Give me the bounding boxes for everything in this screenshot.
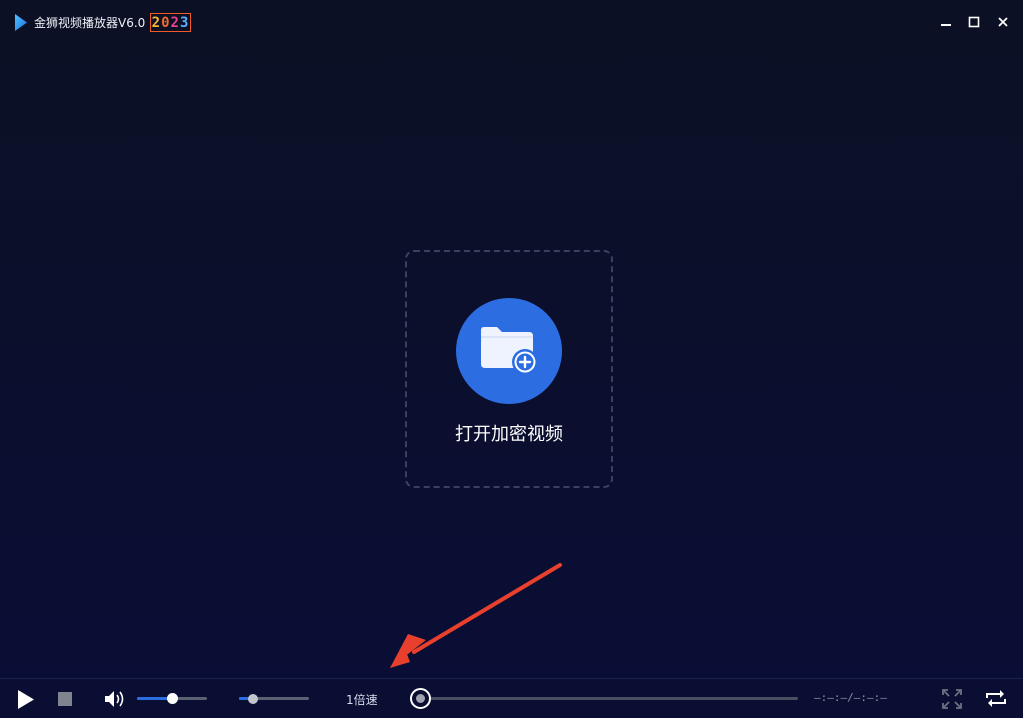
secondary-slider-knob[interactable] [248,693,258,704]
secondary-slider[interactable] [239,693,309,704]
play-icon[interactable] [17,690,35,709]
app-title: 金狮视频播放器V6.0 [34,16,146,30]
progress-bar[interactable] [410,688,798,709]
app-logo-icon [15,14,27,31]
playback-speed-button[interactable]: 1倍速 [346,691,378,708]
annotation-arrow [390,563,562,668]
title-bar: 金狮视频播放器V6.0 2023 [0,0,1023,46]
minimize-button[interactable] [939,15,953,29]
year-badge: 2023 [150,13,191,32]
folder-plus-icon [481,327,538,375]
maximize-icon [968,16,980,28]
open-video-dropzone[interactable]: 打开加密视频 [405,250,613,488]
volume-slider-knob[interactable] [166,693,178,704]
control-bar: 1倍速 —:—:—/—:—:— [0,678,1023,718]
minimize-icon [941,24,951,26]
time-display: —:—:—/—:—:— [814,691,887,704]
close-icon [998,17,1008,27]
open-encrypted-video-label: 打开加密视频 [455,424,563,445]
stop-icon[interactable] [58,692,72,706]
volume-icon[interactable] [104,690,126,708]
maximize-button[interactable] [967,15,981,29]
loop-icon[interactable] [985,689,1007,708]
open-encrypted-video-button[interactable] [456,298,562,404]
volume-slider[interactable] [137,693,207,704]
close-button[interactable] [996,15,1010,29]
progress-knob[interactable] [410,688,431,709]
fullscreen-icon[interactable] [942,689,962,709]
